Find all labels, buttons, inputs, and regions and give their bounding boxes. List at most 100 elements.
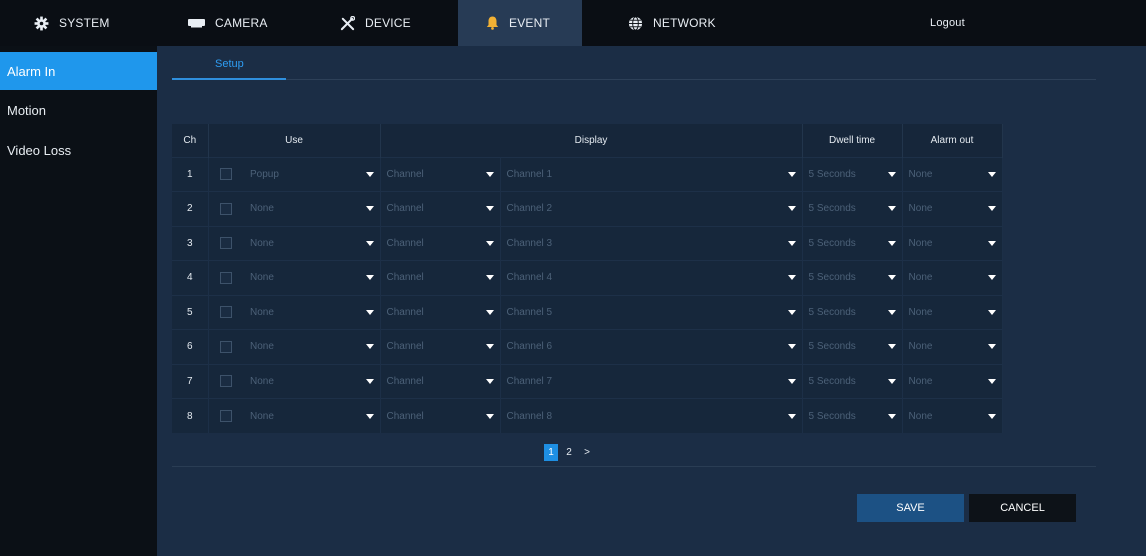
display-channel-select[interactable]: Channel 5 <box>500 294 803 330</box>
sidebar-item-motion[interactable]: Motion <box>0 91 157 129</box>
dwell-time-value: 5 Seconds <box>808 272 856 284</box>
caret-down-icon <box>987 275 996 281</box>
sidebar: Alarm In Motion Video Loss <box>0 46 157 556</box>
sidebar-item-video-loss[interactable]: Video Loss <box>0 131 157 169</box>
display-mode-select[interactable]: Channel <box>380 260 501 295</box>
page-2-button[interactable]: 2 <box>562 444 576 461</box>
use-checkbox[interactable] <box>220 271 233 284</box>
tab-system[interactable]: SYSTEM <box>34 0 110 46</box>
display-channel-select[interactable]: Channel 3 <box>500 225 803 261</box>
channel-number: 4 <box>172 260 209 295</box>
use-select[interactable]: None <box>244 260 381 295</box>
alarm-out-select[interactable]: None <box>902 329 1003 364</box>
alarm-out-select[interactable]: None <box>902 191 1003 226</box>
caret-down-icon <box>485 206 494 212</box>
caret-down-icon <box>887 344 896 350</box>
use-checkbox[interactable] <box>220 168 233 181</box>
display-channel-select[interactable]: Channel 8 <box>500 398 803 433</box>
dwell-time-select[interactable]: 5 Seconds <box>802 225 903 261</box>
top-nav: SYSTEM CAMERA DEVICE EVENT NETWORK Logou… <box>0 0 1146 46</box>
use-cell <box>208 191 244 226</box>
display-mode-value: Channel <box>386 168 424 180</box>
caret-down-icon <box>787 240 796 246</box>
alarm-out-select[interactable]: None <box>902 398 1003 433</box>
display-mode-select[interactable]: Channel <box>380 329 501 364</box>
dwell-time-select[interactable]: 5 Seconds <box>802 156 903 192</box>
page-1-button[interactable]: 1 <box>544 444 558 461</box>
use-cell <box>208 398 244 433</box>
alarm-out-value: None <box>908 410 933 422</box>
use-select[interactable]: None <box>244 398 381 433</box>
use-select[interactable]: Popup <box>244 156 381 192</box>
caret-down-icon <box>787 378 796 384</box>
caret-down-icon <box>787 413 796 419</box>
alarm-out-value: None <box>908 306 933 318</box>
dwell-time-select[interactable]: 5 Seconds <box>802 363 903 399</box>
display-mode-select[interactable]: Channel <box>380 225 501 261</box>
dwell-time-select[interactable]: 5 Seconds <box>802 398 903 433</box>
tab-camera-label: CAMERA <box>215 16 268 30</box>
dwell-time-select[interactable]: 5 Seconds <box>802 294 903 330</box>
caret-down-icon <box>365 344 374 350</box>
dwell-time-select[interactable]: 5 Seconds <box>802 329 903 364</box>
use-select-value: None <box>250 341 274 353</box>
table-row: 6 None Channel Channel 6 5 Seconds None <box>172 329 1003 364</box>
use-checkbox[interactable] <box>220 375 233 388</box>
display-channel-select[interactable]: Channel 1 <box>500 156 803 192</box>
display-mode-select[interactable]: Channel <box>380 294 501 330</box>
tab-camera[interactable]: CAMERA <box>188 0 268 46</box>
dwell-time-select[interactable]: 5 Seconds <box>802 260 903 295</box>
use-cell <box>208 260 244 295</box>
display-channel-select[interactable]: Channel 6 <box>500 329 803 364</box>
use-checkbox[interactable] <box>220 410 233 422</box>
next-page-button[interactable]: > <box>580 444 594 461</box>
display-mode-value: Channel <box>386 375 424 387</box>
display-channel-value: Channel 8 <box>506 410 553 422</box>
display-channel-select[interactable]: Channel 2 <box>500 191 803 226</box>
tab-system-label: SYSTEM <box>59 16 110 30</box>
caret-down-icon <box>365 413 374 419</box>
use-checkbox[interactable] <box>220 202 233 215</box>
alarm-out-select[interactable]: None <box>902 156 1003 192</box>
use-checkbox[interactable] <box>220 237 233 250</box>
use-select[interactable]: None <box>244 191 381 226</box>
tab-network[interactable]: NETWORK <box>628 0 716 46</box>
caret-down-icon <box>365 206 374 212</box>
display-mode-value: Channel <box>386 410 424 422</box>
use-select[interactable]: None <box>244 294 381 330</box>
dwell-time-select[interactable]: 5 Seconds <box>802 191 903 226</box>
use-select[interactable]: None <box>244 363 381 399</box>
display-mode-select[interactable]: Channel <box>380 398 501 433</box>
display-mode-value: Channel <box>386 341 424 353</box>
display-mode-select[interactable]: Channel <box>380 363 501 399</box>
display-mode-value: Channel <box>386 203 424 215</box>
tab-device[interactable]: DEVICE <box>340 0 411 46</box>
channel-number: 7 <box>172 363 209 399</box>
use-checkbox[interactable] <box>220 340 233 353</box>
cancel-button[interactable]: CANCEL <box>969 494 1076 522</box>
use-select[interactable]: None <box>244 225 381 261</box>
display-channel-value: Channel 1 <box>506 168 553 180</box>
display-mode-select[interactable]: Channel <box>380 156 501 192</box>
display-channel-select[interactable]: Channel 7 <box>500 363 803 399</box>
use-checkbox[interactable] <box>220 306 233 319</box>
caret-down-icon <box>787 171 796 177</box>
caret-down-icon <box>787 309 796 315</box>
table-row: 2 None Channel Channel 2 5 Seconds None <box>172 191 1003 226</box>
caret-down-icon <box>365 171 374 177</box>
save-button[interactable]: SAVE <box>857 494 964 522</box>
display-channel-select[interactable]: Channel 4 <box>500 260 803 295</box>
table-row: 7 None Channel Channel 7 5 Seconds None <box>172 363 1003 399</box>
use-select-value: None <box>250 272 274 284</box>
tab-event[interactable]: EVENT <box>458 0 582 46</box>
alarm-out-select[interactable]: None <box>902 363 1003 399</box>
logout-link[interactable]: Logout <box>930 0 965 46</box>
sidebar-item-alarm-in[interactable]: Alarm In <box>0 52 157 90</box>
display-mode-select[interactable]: Channel <box>380 191 501 226</box>
column-header-display: Display <box>380 124 803 157</box>
alarm-out-select[interactable]: None <box>902 294 1003 330</box>
tab-setup[interactable]: Setup <box>215 58 244 70</box>
alarm-out-select[interactable]: None <box>902 225 1003 261</box>
alarm-out-select[interactable]: None <box>902 260 1003 295</box>
use-select[interactable]: None <box>244 329 381 364</box>
